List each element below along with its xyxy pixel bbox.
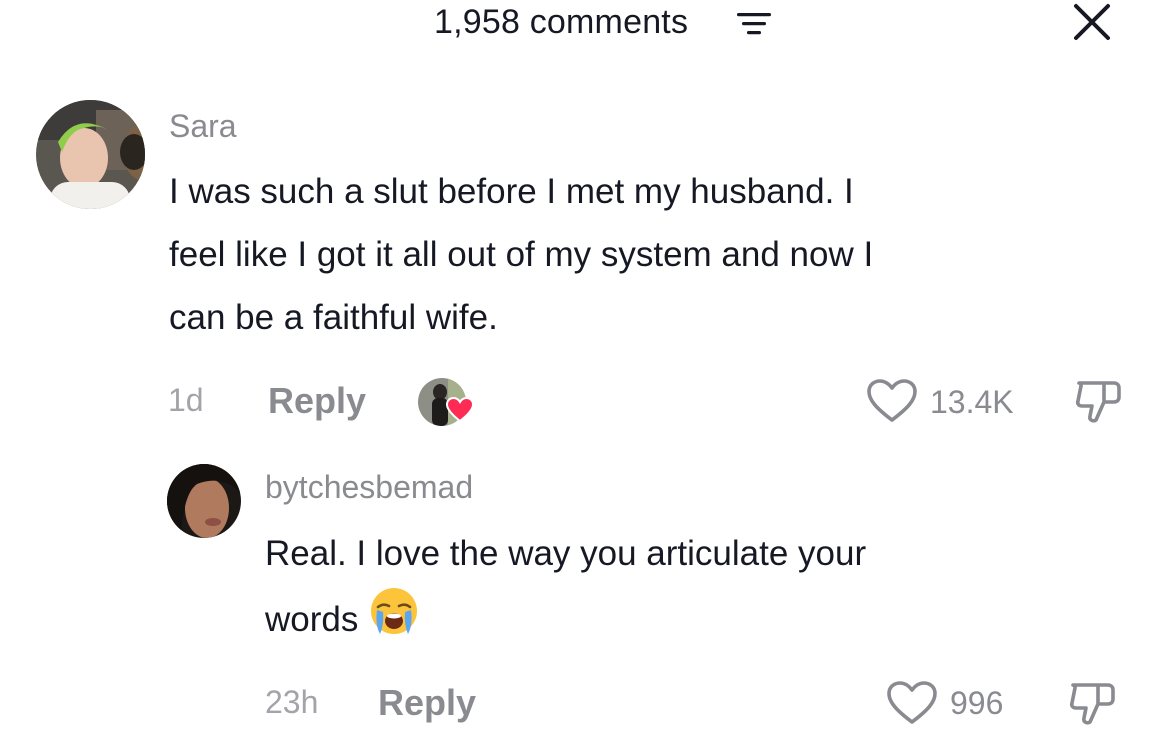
comment-count-title: 1,958 comments <box>434 2 689 41</box>
comment-text: Real. I love the way you articulate your… <box>265 522 1160 651</box>
dislike-icon[interactable] <box>1074 378 1124 426</box>
avatar[interactable] <box>36 100 145 209</box>
comment-username[interactable]: bytchesbemad <box>265 469 473 506</box>
like-count: 996 <box>950 685 1004 721</box>
comment-line: words <box>265 600 359 639</box>
comment-timestamp: 1d <box>168 382 204 418</box>
comment-timestamp: 23h <box>265 684 319 720</box>
reply-button[interactable]: Reply <box>378 682 476 724</box>
like-heart-icon[interactable] <box>886 680 938 726</box>
like-count: 13.4K <box>930 384 1014 420</box>
comment-line: can be a faithful wife. <box>169 298 498 337</box>
comment-line: Real. I love the way you articulate your <box>265 534 867 573</box>
comment-line: feel like I got it all out of my system … <box>169 235 874 274</box>
heart-badge-icon <box>446 397 474 423</box>
comment-username[interactable]: Sara <box>169 108 237 145</box>
close-icon[interactable] <box>1070 0 1114 44</box>
loudly-crying-face-icon <box>371 588 418 634</box>
comment-line-with-emoji: words <box>265 585 1160 651</box>
reply-button[interactable]: Reply <box>268 380 366 422</box>
sort-filter-icon[interactable] <box>737 9 777 37</box>
comment-line: I was such a slut before I met my husban… <box>169 172 854 211</box>
dislike-icon[interactable] <box>1068 680 1118 728</box>
comments-header: 1,958 comments <box>0 0 1170 50</box>
comment-text: I was such a slut before I met my husban… <box>169 160 1159 349</box>
like-heart-icon[interactable] <box>866 378 918 424</box>
avatar[interactable] <box>167 464 241 538</box>
